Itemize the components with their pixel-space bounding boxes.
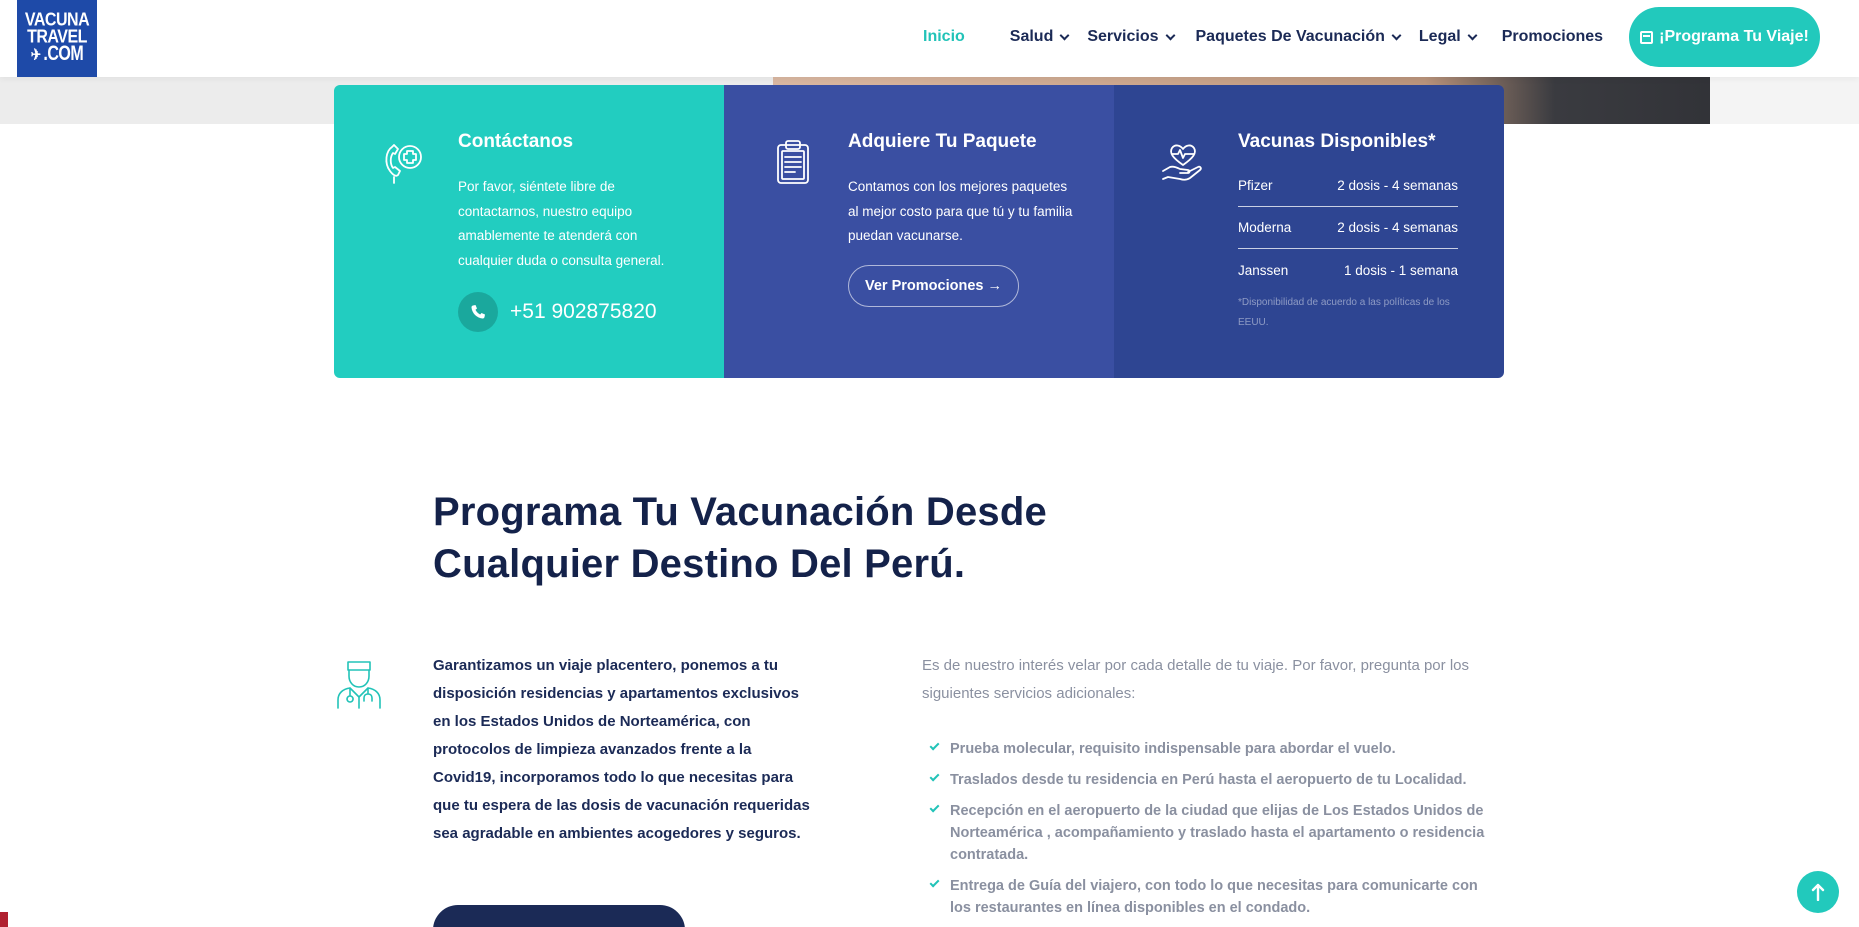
vaccine-row: Pfizer 2 dosis - 4 semanas xyxy=(1238,165,1458,207)
phone-icon xyxy=(471,305,485,319)
nav-item-promociones[interactable]: Promociones xyxy=(1502,28,1603,46)
vaccine-name: Janssen xyxy=(1238,262,1289,278)
vaccine-row: Moderna 2 dosis - 4 semanas xyxy=(1238,207,1458,249)
check-icon xyxy=(929,802,940,813)
arrow-up-icon xyxy=(1811,883,1825,901)
package-card: Adquiere Tu Paquete Contamos con los mej… xyxy=(724,85,1114,378)
scroll-to-top-button[interactable] xyxy=(1797,871,1839,913)
nav-item-servicios[interactable]: Servicios xyxy=(1087,28,1175,46)
main-nav: Inicio Salud Servicios Paquetes De Vacun… xyxy=(923,0,1603,74)
contact-card: Contáctanos Por favor, siéntete libre de… xyxy=(334,85,724,378)
vaccines-table: Pfizer 2 dosis - 4 semanas Moderna 2 dosis… xyxy=(1238,165,1458,291)
list-item: Prueba molecular, requisito indispensabl… xyxy=(929,738,1500,760)
list-item: Entrega de Guía del viajero, con todo lo… xyxy=(929,875,1500,919)
contact-phone-number: +51 902875820 xyxy=(510,300,657,323)
vaccine-dose: 2 dosis - 4 semanas xyxy=(1337,220,1458,235)
check-icon xyxy=(929,877,940,888)
contact-phone-link[interactable]: +51 902875820 xyxy=(458,292,657,332)
chevron-down-icon xyxy=(1059,30,1070,40)
package-card-text: Contamos con los mejores paquetes al mej… xyxy=(848,179,1073,243)
nav-item-inicio[interactable]: Inicio xyxy=(923,28,965,46)
vaccine-dose: 2 dosis - 4 semanas xyxy=(1337,178,1458,193)
site-logo[interactable]: VACUNA TRAVEL ✈ .COM xyxy=(17,0,97,77)
vaccines-note: *Disponibilidad de acuerdo a las polític… xyxy=(1238,297,1450,328)
ver-promociones-button[interactable]: Ver Promociones → xyxy=(848,265,1019,307)
nav-item-legal[interactable]: Legal xyxy=(1419,28,1478,46)
chevron-down-icon xyxy=(1391,30,1402,40)
logo-line-3: .COM xyxy=(43,42,84,66)
check-icon xyxy=(929,771,940,782)
calendar-icon xyxy=(1640,30,1654,44)
list-item: Traslados desde tu residencia en Perú ha… xyxy=(929,769,1500,791)
hero-photo-highlight xyxy=(1710,77,1859,124)
section-action-button[interactable] xyxy=(433,905,685,927)
phone-medical-icon xyxy=(385,144,422,184)
programa-tu-viaje-button[interactable]: ¡Programa Tu Viaje! xyxy=(1629,7,1820,67)
doctor-icon xyxy=(337,661,381,709)
list-item: Recepción en el aeropuerto de la ciudad … xyxy=(929,800,1500,866)
chevron-down-icon xyxy=(1467,30,1478,40)
package-card-title: Adquiere Tu Paquete xyxy=(848,131,1037,152)
site-header: VACUNA TRAVEL ✈ .COM Inicio Salud Servici… xyxy=(0,0,1859,77)
info-cards: Contáctanos Por favor, siéntete libre de… xyxy=(334,85,1504,378)
vaccine-dose: 1 dosis - 1 semana xyxy=(1343,262,1458,278)
contact-card-text: Por favor, siéntete libre de contactarno… xyxy=(458,179,665,268)
vaccine-name: Moderna xyxy=(1238,220,1292,235)
services-list: Prueba molecular, requisito indispensabl… xyxy=(929,738,1500,927)
nav-item-paquetes[interactable]: Paquetes De Vacunación xyxy=(1196,28,1402,46)
vaccines-card-title: Vacunas Disponibles* xyxy=(1238,131,1436,152)
contact-card-title: Contáctanos xyxy=(458,131,574,152)
corner-widget xyxy=(0,912,8,927)
vaccine-name: Pfizer xyxy=(1238,178,1273,193)
section-headline: Programa Tu Vacunación Desde Cualquier D… xyxy=(433,490,1047,586)
vaccines-card: Vacunas Disponibles* Pfizer 2 dosis - 4 s… xyxy=(1114,85,1504,378)
services-intro: Es de nuestro interés velar por cada det… xyxy=(922,657,1469,702)
section-lead-text: Garantizamos un viaje placentero, ponemo… xyxy=(433,657,810,842)
vaccine-row: Janssen 1 dosis - 1 semana xyxy=(1238,249,1458,291)
nav-item-salud[interactable]: Salud xyxy=(1010,28,1070,46)
clipboard-icon xyxy=(777,140,809,184)
chevron-down-icon xyxy=(1165,30,1175,40)
plane-icon: ✈ xyxy=(30,45,41,65)
check-icon xyxy=(929,740,940,751)
heart-hand-icon xyxy=(1162,144,1202,181)
